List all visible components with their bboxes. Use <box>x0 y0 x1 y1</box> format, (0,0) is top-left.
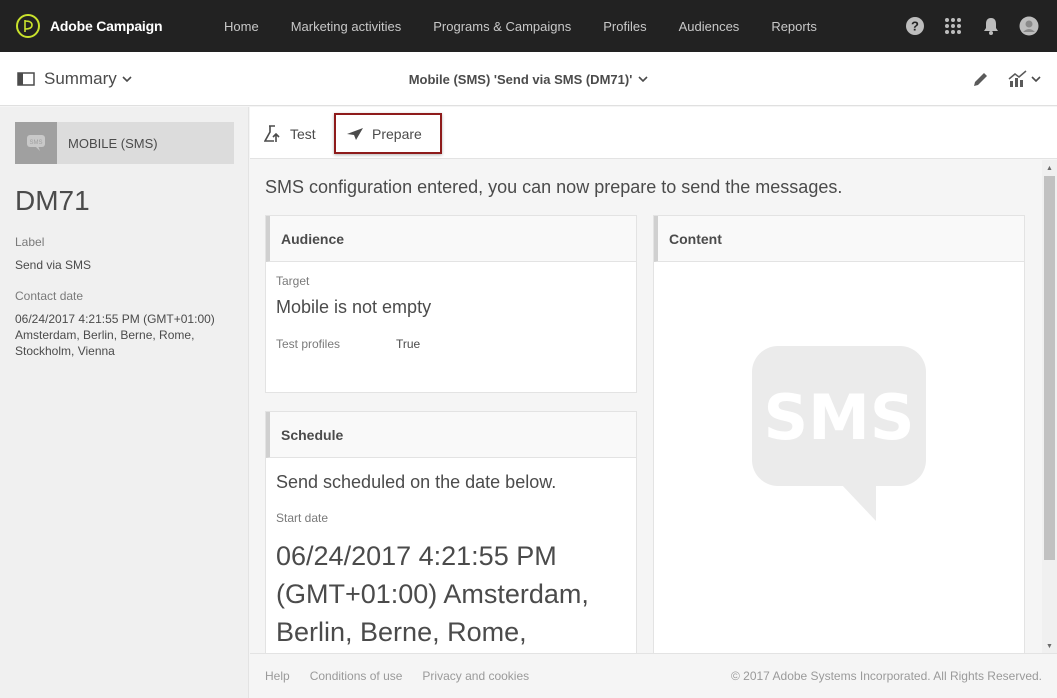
svg-text:SMS: SMS <box>763 381 914 454</box>
scroll-up-icon[interactable]: ▲ <box>1045 164 1054 172</box>
summary-panel: SMS MOBILE (SMS) DM71 Label Send via SMS… <box>0 107 249 698</box>
audience-card[interactable]: Audience Target Mobile is not empty Test… <box>265 215 637 393</box>
footer-help-link[interactable]: Help <box>265 669 290 683</box>
schedule-card[interactable]: Schedule Send scheduled on the date belo… <box>265 411 637 653</box>
audience-card-title: Audience <box>266 216 636 262</box>
nav-home[interactable]: Home <box>224 19 259 34</box>
sms-channel-icon: SMS <box>15 122 57 164</box>
nav-marketing-activities[interactable]: Marketing activities <box>291 19 402 34</box>
top-bar: Adobe Campaign Home Marketing activities… <box>0 0 1057 52</box>
content-scroll-area[interactable]: SMS configuration entered, you can now p… <box>250 160 1042 653</box>
content-card[interactable]: Content SMS <box>653 215 1025 653</box>
footer-privacy-link[interactable]: Privacy and cookies <box>422 669 529 683</box>
main-nav: Home Marketing activities Programs & Cam… <box>224 19 849 34</box>
flask-icon <box>264 124 280 142</box>
channel-badge: SMS MOBILE (SMS) <box>15 122 234 164</box>
status-message: SMS configuration entered, you can now p… <box>265 177 843 197</box>
contact-date-title: Contact date <box>15 289 84 303</box>
content-card-title: Content <box>654 216 1024 262</box>
nav-reports[interactable]: Reports <box>771 19 817 34</box>
sms-bubble-icon: SMS <box>752 346 926 521</box>
test-profiles-label: Test profiles <box>276 337 341 351</box>
adobe-campaign-logo-icon <box>16 14 40 38</box>
footer-conditions-link[interactable]: Conditions of use <box>310 669 403 683</box>
bell-icon[interactable] <box>981 16 1001 36</box>
sub-header: Mobile (SMS) 'Send via SMS (DM71)' Summa… <box>0 52 1057 106</box>
chevron-down-icon <box>1031 76 1041 82</box>
chevron-down-icon <box>638 76 648 82</box>
prepare-label: Prepare <box>372 125 422 142</box>
scroll-down-icon[interactable]: ▼ <box>1045 642 1054 650</box>
label-title: Label <box>15 235 45 249</box>
user-avatar-icon[interactable] <box>1019 16 1039 36</box>
nav-audiences[interactable]: Audiences <box>679 19 740 34</box>
start-date-value: 06/24/2017 4:21:55 PM (GMT+01:00) Amster… <box>276 541 589 647</box>
svg-text:SMS: SMS <box>29 140 42 146</box>
main-area: Test Prepare SMS configuration entered, … <box>250 107 1057 698</box>
contact-date-value: 06/24/2017 4:21:55 PM (GMT+01:00) Amster… <box>15 312 215 358</box>
brand[interactable]: Adobe Campaign <box>16 14 216 38</box>
schedule-card-title: Schedule <box>266 412 636 458</box>
summary-toggle[interactable]: Summary <box>17 52 132 106</box>
help-icon[interactable]: ? <box>905 16 925 36</box>
chevron-down-icon <box>122 76 132 82</box>
scroll-thumb[interactable] <box>1044 176 1055 560</box>
apps-grid-icon[interactable] <box>943 16 963 36</box>
target-label: Target <box>276 274 310 288</box>
schedule-description: Send scheduled on the date below. <box>276 472 557 492</box>
side-panel-icon <box>17 72 35 86</box>
edit-pencil-icon[interactable] <box>972 70 990 88</box>
top-icons: ? <box>887 0 1039 52</box>
test-profiles-value: True <box>396 337 421 351</box>
sub-header-actions <box>954 52 1041 106</box>
test-button[interactable]: Test <box>264 113 316 154</box>
copyright: © 2017 Adobe Systems Incorporated. All R… <box>730 669 1042 683</box>
target-value: Mobile is not empty <box>276 297 432 317</box>
svg-text:?: ? <box>911 19 919 34</box>
prepare-button[interactable]: Prepare <box>334 113 442 154</box>
label-value: Send via SMS <box>15 258 92 272</box>
delivery-title-dropdown[interactable]: Mobile (SMS) 'Send via SMS (DM71)' <box>0 52 1057 106</box>
reports-chart-icon <box>1008 70 1027 87</box>
nav-programs-campaigns[interactable]: Programs & Campaigns <box>433 19 571 34</box>
vertical-scrollbar[interactable]: ▲ ▼ <box>1042 160 1057 653</box>
nav-profiles[interactable]: Profiles <box>603 19 646 34</box>
footer: Help Conditions of use Privacy and cooki… <box>250 653 1057 698</box>
action-toolbar: Test Prepare <box>250 107 1057 159</box>
channel-label: MOBILE (SMS) <box>68 135 158 151</box>
paper-plane-icon <box>347 127 363 140</box>
start-date-label: Start date <box>276 511 329 525</box>
summary-label: Summary <box>44 69 117 88</box>
delivery-code: DM71 <box>15 185 90 216</box>
app-name: Adobe Campaign <box>50 18 163 34</box>
reports-menu[interactable] <box>1008 70 1041 88</box>
test-label: Test <box>290 125 316 142</box>
delivery-title: Mobile (SMS) 'Send via SMS (DM71)' <box>408 71 633 87</box>
